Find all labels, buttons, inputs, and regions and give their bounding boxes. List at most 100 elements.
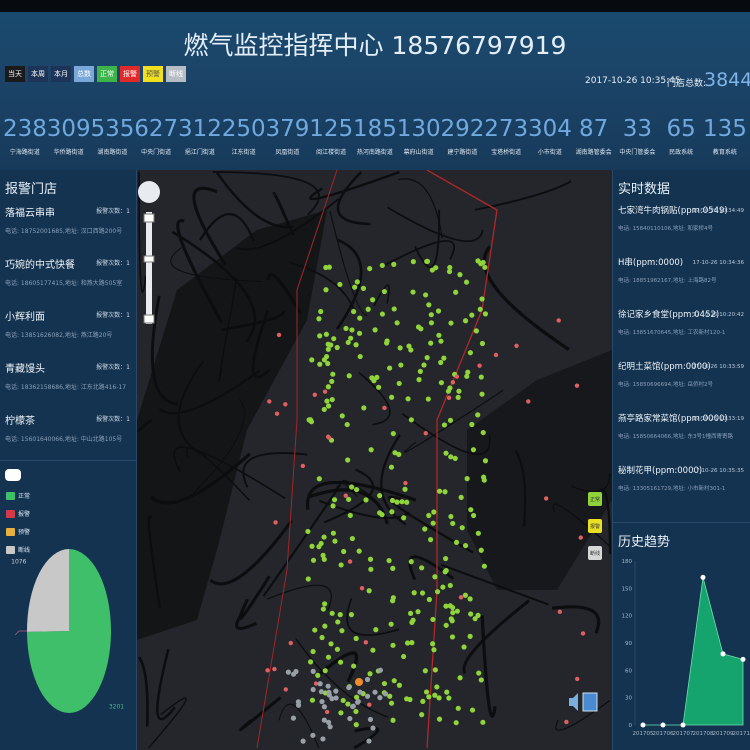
filter-button-3[interactable]: 总数 [74,66,94,82]
district-stat[interactable]: 130 幕府山街道 [397,115,441,156]
store-marker-normal[interactable] [463,279,470,285]
store-marker-offline[interactable] [321,704,328,710]
store-marker-normal[interactable] [396,380,402,387]
store-marker-normal[interactable] [464,476,470,482]
store-marker-normal[interactable] [334,344,340,351]
store-marker-normal[interactable] [409,640,415,646]
store-marker-normal[interactable] [348,335,354,341]
store-marker-normal[interactable] [353,342,359,348]
store-marker-normal[interactable] [394,320,400,326]
store-marker-normal[interactable] [482,311,489,317]
store-marker-normal[interactable] [330,530,337,536]
store-marker-normal[interactable] [467,633,473,639]
store-marker-normal[interactable] [410,259,416,265]
store-marker-normal[interactable] [309,543,315,549]
store-marker-alarm[interactable] [288,640,293,646]
store-marker-normal[interactable] [339,628,345,634]
store-marker-normal[interactable] [322,601,328,607]
store-marker-normal[interactable] [447,582,453,589]
district-stat[interactable]: 312 挹江门街道 [178,115,222,156]
legend-item[interactable]: 正常 [6,491,137,500]
store-marker-normal[interactable] [450,609,456,616]
store-marker-normal[interactable] [458,494,464,500]
store-marker-offline[interactable] [317,681,323,687]
store-marker-normal[interactable] [319,634,325,641]
store-marker-normal[interactable] [394,499,400,505]
alarm-store-item[interactable]: 青藏馒头 报警次数：1 电话: 18362158686,地址: 江东北路416-17 [0,356,136,408]
store-marker-alarm[interactable] [367,702,372,707]
store-marker-alarm[interactable] [343,493,348,498]
store-marker-normal[interactable] [447,264,453,271]
legend-item[interactable]: 预警 [6,527,137,536]
store-marker-normal[interactable] [363,497,369,503]
store-marker-normal[interactable] [377,510,383,516]
district-stat[interactable]: 309 华侨路街道 [47,115,91,156]
store-marker-alarm[interactable] [300,463,306,469]
store-marker-offline[interactable] [310,686,316,693]
store-marker-alarm[interactable] [322,389,328,394]
store-marker-normal[interactable] [419,590,426,596]
store-marker-normal[interactable] [480,429,486,436]
store-marker-normal[interactable] [330,371,336,377]
store-marker-offline[interactable] [290,671,297,677]
store-marker-normal[interactable] [422,526,428,532]
store-marker-normal[interactable] [389,509,395,515]
store-marker-offline[interactable] [357,689,363,695]
store-marker-normal[interactable] [390,717,396,723]
store-marker-normal[interactable] [444,689,450,695]
store-marker-normal[interactable] [322,668,328,674]
store-marker-normal[interactable] [407,610,414,616]
store-marker-normal[interactable] [390,565,396,571]
store-marker-normal[interactable] [475,412,481,418]
store-marker-normal[interactable] [390,430,396,437]
pie-slice-断线[interactable] [27,549,69,632]
alarm-store-item[interactable]: 巧婉的中式快餐 报警次数：1 电话: 18605177415,地址: 和燕大路505… [0,252,136,304]
store-marker-normal[interactable] [464,373,470,379]
store-marker-normal[interactable] [371,378,377,384]
store-marker-normal[interactable] [468,507,474,513]
store-marker-normal[interactable] [344,421,350,428]
store-marker-normal[interactable] [338,562,344,568]
store-marker-normal[interactable] [428,312,434,318]
store-marker-normal[interactable] [416,377,422,383]
district-stat[interactable]: 273 宝塔桥街道 [484,115,528,156]
district-stat[interactable]: 87 湖南路管委会 [572,115,616,156]
store-marker-normal[interactable] [337,659,344,665]
store-marker-normal[interactable] [357,353,363,360]
store-marker-offline[interactable] [327,724,333,730]
store-marker-normal[interactable] [434,684,440,690]
store-marker-normal[interactable] [338,710,344,716]
store-marker-normal[interactable] [455,394,461,400]
store-marker-normal[interactable] [389,497,396,504]
store-marker-normal[interactable] [397,345,403,351]
district-stat[interactable]: 135 教育系统 [703,115,747,156]
store-marker-normal[interactable] [325,654,332,660]
store-marker-normal[interactable] [441,422,448,428]
store-marker-normal[interactable] [316,544,322,550]
store-marker-normal[interactable] [323,287,329,293]
store-marker-alarm[interactable] [265,668,270,673]
store-marker-normal[interactable] [401,515,407,521]
zoom-out-button[interactable] [143,314,155,324]
store-marker-alarm[interactable] [574,383,580,388]
store-marker-normal[interactable] [425,396,431,402]
store-marker-normal[interactable] [379,311,386,317]
store-marker-normal[interactable] [443,555,449,562]
store-marker-normal[interactable] [428,340,434,346]
store-marker-normal[interactable] [448,513,454,520]
store-marker-normal[interactable] [478,547,484,553]
store-marker-normal[interactable] [335,619,341,625]
store-marker-normal[interactable] [370,297,376,303]
legend-item[interactable]: 报警 [6,509,137,518]
store-marker-normal[interactable] [456,388,462,394]
store-marker-normal[interactable] [455,705,461,711]
store-marker-normal[interactable] [447,603,453,609]
store-marker-normal[interactable] [479,296,485,302]
zoom-slider-track[interactable] [146,212,152,324]
store-marker-normal[interactable] [399,499,405,505]
district-stat[interactable]: 304 小市街道 [528,115,572,156]
store-marker-normal[interactable] [349,535,356,542]
realtime-item[interactable]: 纪明土菜馆(ppm:0000) 17-10-26 10:33:59 电话: 1585… [613,356,750,408]
store-marker-normal[interactable] [426,512,432,519]
store-marker-normal[interactable] [404,499,410,505]
